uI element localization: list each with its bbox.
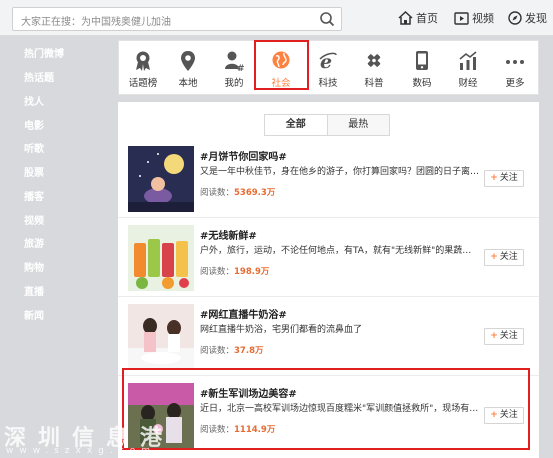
topic-description: 户外，旅行，运动，不论任何地点，有TA，就有"无线新鲜"的果蔬汁！ [200,246,480,256]
tab-all[interactable]: 全部 [265,115,328,135]
browser-e-icon: e [319,51,337,72]
category-finance[interactable]: 财经 [446,41,490,96]
category-label: 更多 [505,78,525,89]
category-digital[interactable]: 数码 [400,41,444,96]
sidebar-item[interactable]: 购物 [24,259,44,274]
follow-label: 关注 [499,173,518,183]
topic-description: 又是一年中秋佳节，身在他乡的游子，你打算回家吗？团圆的日子离不开 [200,167,480,177]
category-science[interactable]: 科普 [352,41,396,96]
category-label: 数码 [412,78,432,89]
phone-icon [416,51,428,70]
search-input[interactable]: 大家正在搜：为中国残奥健儿加油 [21,13,171,28]
category-bar: 话题榜 本地 # 我的 社会 e 科技 科普 数码 财经 更多 [118,40,539,95]
feed-tabs: 全部 最热 [264,114,390,136]
topic-title[interactable]: #网红直播牛奶浴# [200,306,287,321]
sidebar-item[interactable]: 热话题 [24,69,54,84]
sidebar: 热门微博 热话题 找人 电影 听歌 股票 播客 视频 旅游 购物 直播 新闻 [0,37,110,458]
category-label: 本地 [178,78,198,89]
sidebar-item[interactable]: 热门微博 [24,45,64,60]
badge-icon [136,51,150,71]
home-icon [398,11,413,25]
category-tech[interactable]: e 科技 [306,41,350,96]
sidebar-item[interactable]: 视频 [24,212,44,227]
follow-button[interactable]: + 关注 [484,249,524,266]
topic-thumbnail[interactable] [128,304,194,370]
follow-button[interactable]: + 关注 [484,170,524,187]
plus-icon: + [490,252,498,262]
read-count: 阅读数：5369.3万 [200,186,275,198]
nav-discover[interactable]: 发现 [508,9,547,27]
location-pin-icon [181,51,195,71]
highlight-box [122,368,530,450]
follow-label: 关注 [499,252,518,262]
category-label: 我的 [224,78,244,89]
sidebar-item[interactable]: 电影 [24,117,44,132]
category-label: 科普 [364,78,384,89]
top-bar: 大家正在搜：为中国残奥健儿加油 首页 视频 发现 [0,0,553,36]
read-count: 阅读数：37.8万 [200,344,264,356]
category-label: 科技 [318,78,338,89]
sidebar-item[interactable]: 新闻 [24,307,44,322]
sidebar-item[interactable]: 股票 [24,164,44,179]
read-count-label: 阅读数： [200,267,235,277]
topic-description: 网红直播牛奶浴，宅男们都看的流鼻血了 [200,325,363,335]
follow-label: 关注 [499,331,518,341]
video-icon [454,11,469,25]
topic-thumbnail[interactable] [128,146,194,212]
plus-icon: + [490,331,498,341]
category-topic-rank[interactable]: 话题榜 [121,41,165,96]
chart-icon [459,51,477,70]
category-label: 话题榜 [128,78,158,89]
more-dots-icon [506,60,524,64]
sidebar-item[interactable]: 听歌 [24,140,44,155]
category-local[interactable]: 本地 [166,41,210,96]
topic-thumbnail[interactable] [128,225,194,291]
search-icon[interactable] [319,11,335,27]
tab-hot[interactable]: 最热 [327,115,389,135]
read-count-value: 198.9万 [234,267,270,277]
nav-home[interactable]: 首页 [398,9,438,27]
follow-button[interactable]: + 关注 [484,328,524,345]
sidebar-item[interactable]: 播客 [24,188,44,203]
category-more[interactable]: 更多 [493,41,537,96]
read-count-value: 5369.3万 [234,188,276,198]
search-box[interactable]: 大家正在搜：为中国残奥健儿加油 [12,7,342,31]
category-mine[interactable]: # 我的 [212,41,256,96]
topic-title[interactable]: #月饼节你回家吗# [200,148,287,163]
nav-video-label: 视频 [472,12,494,25]
compass-icon [508,11,522,25]
svg-text:#: # [237,64,244,72]
highlight-box [254,40,309,90]
nav-discover-label: 发现 [525,12,547,25]
topic-item[interactable]: #月饼节你回家吗# 又是一年中秋佳节，身在他乡的游子，你打算回家吗？团圆的日子离… [118,140,539,218]
nav-video[interactable]: 视频 [454,9,494,27]
sidebar-item[interactable]: 找人 [24,93,44,108]
topic-item[interactable]: #网红直播牛奶浴# 网红直播牛奶浴，宅男们都看的流鼻血了 阅读数：37.8万 +… [118,298,539,376]
sidebar-item[interactable]: 旅游 [24,235,44,250]
nav-home-label: 首页 [416,12,438,25]
read-count-value: 37.8万 [234,346,264,356]
category-label: 财经 [458,78,478,89]
read-count-label: 阅读数： [200,188,235,198]
topic-item[interactable]: #无线新鲜# 户外，旅行，运动，不论任何地点，有TA，就有"无线新鲜"的果蔬汁！… [118,219,539,297]
read-count: 阅读数：198.9万 [200,265,269,277]
user-hash-icon: # [225,51,244,72]
topic-title[interactable]: #无线新鲜# [200,227,257,242]
read-count-label: 阅读数： [200,346,235,356]
plus-icon: + [490,173,498,183]
tools-icon [367,54,381,67]
sidebar-item[interactable]: 直播 [24,283,44,298]
